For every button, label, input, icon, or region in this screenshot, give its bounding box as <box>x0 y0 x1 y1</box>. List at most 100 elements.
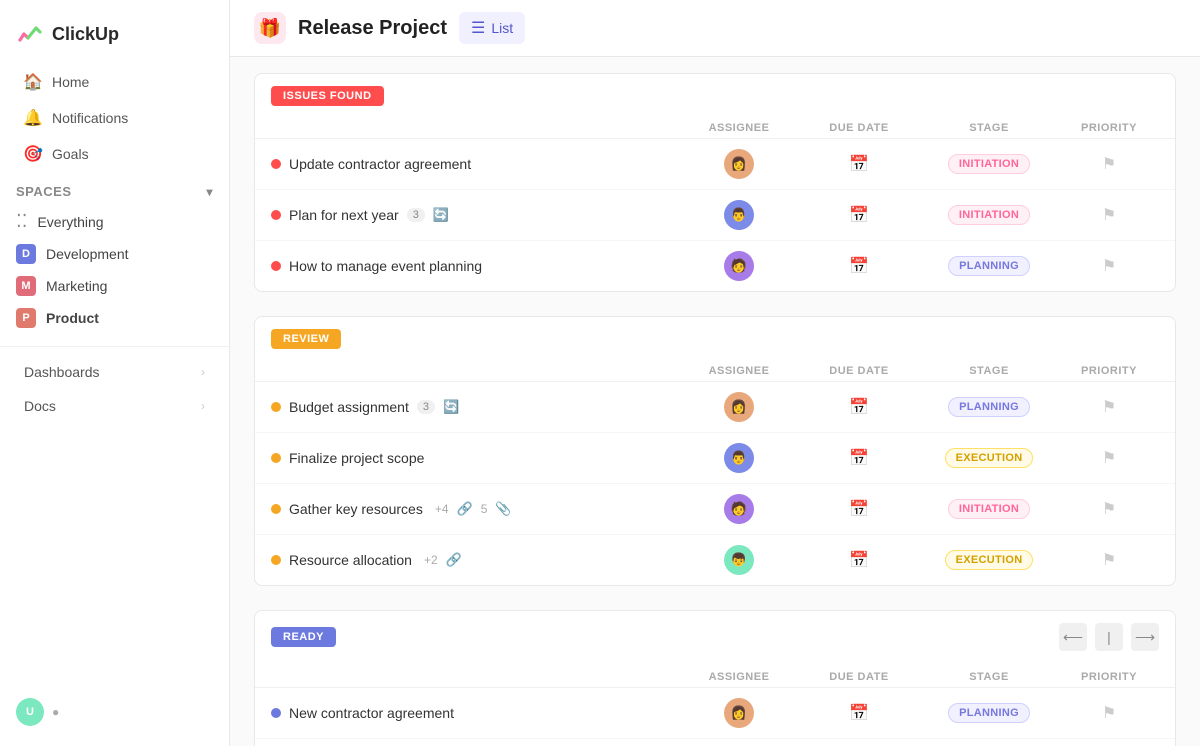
meta-count: 3 <box>417 400 435 414</box>
main-content: 🎁 Release Project ☰ List ISSUES FOUND AS… <box>230 0 1200 746</box>
avatar: 👩 <box>724 698 754 728</box>
refresh-icon: 🔄 <box>443 399 459 415</box>
table-row[interactable]: Budget assignment 3 🔄 👩 📅 PLANNING ⚑ <box>255 382 1175 433</box>
link-icon-2: 🔗 <box>446 552 462 568</box>
goals-label: Goals <box>52 146 89 162</box>
avatar: 🧑 <box>724 251 754 281</box>
task-col-header <box>271 122 679 134</box>
logo-text: ClickUp <box>52 24 119 45</box>
docs-label: Docs <box>24 398 56 414</box>
task-dot-red <box>271 159 281 169</box>
priority-col-header-r: PRIORITY <box>1059 365 1159 377</box>
task-name-cell: How to manage event planning <box>271 258 679 274</box>
group-issues-found: ISSUES FOUND ASSIGNEE DUE DATE STAGE PRI… <box>254 73 1176 292</box>
calendar-icon: 📅 <box>849 550 869 570</box>
priority-cell: ⚑ <box>1059 205 1159 225</box>
task-dot-yellow <box>271 402 281 412</box>
priority-col-rd: PRIORITY <box>1059 671 1159 683</box>
priority-cell: ⚑ <box>1059 448 1159 468</box>
stage-col-header-r: STAGE <box>919 365 1059 377</box>
avatar: 👩 <box>724 149 754 179</box>
priority-icon: ⚑ <box>1102 154 1116 174</box>
logo[interactable]: ClickUp <box>0 12 229 64</box>
calendar-icon: 📅 <box>849 448 869 468</box>
issues-found-label: ISSUES FOUND <box>271 86 384 106</box>
user-profile-area[interactable]: U ● <box>0 690 229 734</box>
task-name-cell: Resource allocation +2 🔗 <box>271 552 679 568</box>
review-table-header: ASSIGNEE DUE DATE STAGE PRIORITY <box>255 357 1175 382</box>
priority-cell: ⚑ <box>1059 256 1159 276</box>
marketing-label: Marketing <box>46 278 107 294</box>
assignee-cell: 🧑 <box>679 251 799 281</box>
table-row[interactable]: Update contractor agreement 👩 📅 INITIATI… <box>255 139 1175 190</box>
priority-icon: ⚑ <box>1102 499 1116 519</box>
task-text: New contractor agreement <box>289 705 454 721</box>
sidebar-item-dashboards[interactable]: Dashboards › <box>8 356 221 388</box>
calendar-icon: 📅 <box>849 703 869 723</box>
stage-badge: EXECUTION <box>945 448 1034 468</box>
project-icon: 🎁 <box>254 12 286 44</box>
review-label: REVIEW <box>271 329 341 349</box>
stage-badge: PLANNING <box>948 256 1030 276</box>
table-row[interactable]: New contractor agreement 👩 📅 PLANNING ⚑ <box>255 688 1175 739</box>
clip-icon: 📎 <box>495 501 511 517</box>
priority-icon: ⚑ <box>1102 256 1116 276</box>
stage-cell: INITIATION <box>919 205 1059 225</box>
sidebar-item-marketing[interactable]: M Marketing <box>0 270 229 302</box>
docs-chevron-icon: › <box>201 399 205 413</box>
group-ready: READY ⟵ | ⟶ ASSIGNEE DUE DATE STAGE PRIO… <box>254 610 1176 746</box>
task-text: Update contractor agreement <box>289 156 471 172</box>
dashboards-label: Dashboards <box>24 364 100 380</box>
stage-badge: INITIATION <box>948 154 1030 174</box>
spaces-header[interactable]: Spaces ▾ <box>0 172 229 205</box>
home-icon: 🏠 <box>24 73 42 91</box>
task-dot-blue <box>271 708 281 718</box>
sidebar: ClickUp 🏠 Home 🔔 Notifications 🎯 Goals S… <box>0 0 230 746</box>
stage-badge: INITIATION <box>948 499 1030 519</box>
table-row[interactable]: Finalize project scope 👨 📅 EXECUTION ⚑ <box>255 433 1175 484</box>
stage-badge: EXECUTION <box>945 550 1034 570</box>
group-review: REVIEW ASSIGNEE DUE DATE STAGE PRIORITY … <box>254 316 1176 586</box>
toolbar-btn-2[interactable]: | <box>1095 623 1123 651</box>
sidebar-item-goals[interactable]: 🎯 Goals <box>8 137 221 171</box>
sidebar-item-development[interactable]: D Development <box>0 238 229 270</box>
calendar-icon: 📅 <box>849 154 869 174</box>
task-dot-yellow <box>271 504 281 514</box>
stage-cell: INITIATION <box>919 499 1059 519</box>
stage-col-header: STAGE <box>919 122 1059 134</box>
task-name-cell: Plan for next year 3 🔄 <box>271 207 679 223</box>
table-row[interactable]: How to manage event planning 🧑 📅 PLANNIN… <box>255 241 1175 291</box>
avatar: 👨 <box>724 200 754 230</box>
due-date-cell: 📅 <box>799 703 919 723</box>
stage-cell: INITIATION <box>919 154 1059 174</box>
table-row[interactable]: Refresh company website 5 📎 👩 📅 EXECUTIO… <box>255 739 1175 746</box>
table-row[interactable]: Resource allocation +2 🔗 👦 📅 EXECUTION ⚑ <box>255 535 1175 585</box>
topbar: 🎁 Release Project ☰ List <box>230 0 1200 57</box>
toolbar-btn-3[interactable]: ⟶ <box>1131 623 1159 651</box>
list-icon: ☰ <box>471 18 485 38</box>
sidebar-item-docs[interactable]: Docs › <box>8 390 221 422</box>
sidebar-item-everything[interactable]: ⁚⁚ Everything <box>0 205 229 238</box>
task-text: Resource allocation <box>289 552 412 568</box>
ready-table-header: ASSIGNEE DUE DATE STAGE PRIORITY <box>255 663 1175 688</box>
product-dot: P <box>16 308 36 328</box>
development-dot: D <box>16 244 36 264</box>
stage-cell: PLANNING <box>919 397 1059 417</box>
toolbar-btn-1[interactable]: ⟵ <box>1059 623 1087 651</box>
sidebar-item-notifications[interactable]: 🔔 Notifications <box>8 101 221 135</box>
task-name-cell: Update contractor agreement <box>271 156 679 172</box>
table-row[interactable]: Gather key resources +4 🔗 5 📎 🧑 📅 INITIA… <box>255 484 1175 535</box>
duedate-col-header: DUE DATE <box>799 122 919 134</box>
assignee-cell: 👩 <box>679 392 799 422</box>
assignee-cell: 👨 <box>679 443 799 473</box>
table-row[interactable]: Plan for next year 3 🔄 👨 📅 INITIATION ⚑ <box>255 190 1175 241</box>
sidebar-item-product[interactable]: P Product <box>0 302 229 334</box>
task-col-header-r <box>271 365 679 377</box>
list-view-tab[interactable]: ☰ List <box>459 12 525 44</box>
calendar-icon: 📅 <box>849 499 869 519</box>
refresh-icon: 🔄 <box>433 207 449 223</box>
calendar-icon: 📅 <box>849 256 869 276</box>
sidebar-item-home[interactable]: 🏠 Home <box>8 65 221 99</box>
due-date-cell: 📅 <box>799 499 919 519</box>
task-list-content: ISSUES FOUND ASSIGNEE DUE DATE STAGE PRI… <box>230 57 1200 746</box>
